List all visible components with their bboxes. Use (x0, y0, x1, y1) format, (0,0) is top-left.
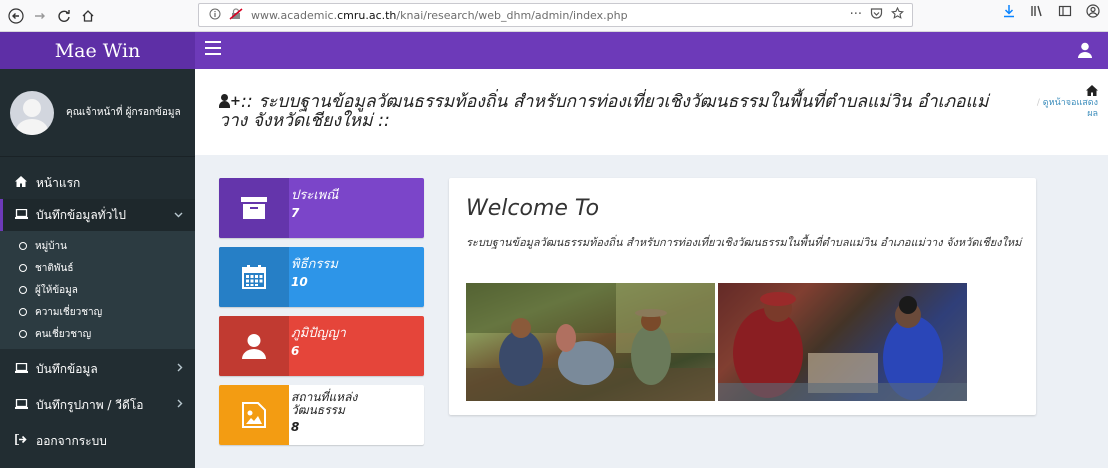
chevron-down-icon (174, 210, 183, 221)
sidebar-item-label: ออกจากระบบ (36, 433, 107, 448)
submenu-general-data: หมู่บ้าน ชาติพันธ์ ผู้ให้ข้อมูล ความเชี่… (0, 231, 195, 349)
home-icon[interactable] (1028, 85, 1098, 98)
calendar-icon (219, 247, 289, 307)
bookmark-star-icon[interactable] (891, 6, 904, 24)
home-icon (14, 176, 28, 190)
breadcrumb: / ดูหน้าจอแสดงผล (1028, 85, 1098, 120)
photo-weavers (718, 283, 967, 401)
submenu-item-ethnicity[interactable]: ชาติพันธ์ (0, 257, 195, 279)
info-box-value: 6 (291, 344, 300, 358)
laptop-icon (14, 362, 28, 376)
image-icon (219, 385, 289, 445)
url-text: www.academic.cmru.ac.th/knai/research/we… (251, 8, 628, 22)
browser-toolbar: www.academic.cmru.ac.th/knai/research/we… (0, 0, 1108, 32)
welcome-title: Welcome To (466, 196, 600, 221)
submenu-item-informant[interactable]: ผู้ให้ข้อมูล (0, 279, 195, 301)
info-box-value: 8 (291, 420, 300, 434)
home-icon[interactable] (76, 4, 100, 28)
app-navbar: Mae Win (0, 32, 1108, 69)
circle-icon (19, 330, 27, 338)
sidebar-item-label: หน้าแรก (36, 175, 81, 190)
circle-icon (19, 308, 27, 316)
info-box-label: ประเพณี (291, 188, 339, 203)
page-actions-icon[interactable]: ··· (850, 7, 862, 24)
submenu-item-expertise[interactable]: ความเชี่ยวชาญ (0, 301, 195, 323)
submenu-item-village[interactable]: หมู่บ้าน (0, 235, 195, 257)
info-box-wisdom[interactable]: ภูมิปัญญา 6 (219, 316, 424, 376)
user-panel: คุณเจ้าหน้าที่ ผู้กรอกข้อมูล (0, 69, 195, 157)
menu-toggle-icon[interactable] (205, 41, 221, 55)
archive-icon (219, 178, 289, 238)
sidebar-item-media[interactable]: บันทึกรูปภาพ / วีดีโอ (0, 389, 195, 421)
sidebar-item-general-data[interactable]: บันทึกข้อมูลทั่วไป (0, 199, 195, 231)
download-icon[interactable] (1002, 4, 1016, 22)
sidebar-item-record-data[interactable]: บันทึกข้อมูล (0, 353, 195, 385)
user-menu-icon[interactable] (1078, 42, 1092, 58)
info-box-label: ภูมิปัญญา (291, 326, 346, 341)
chevron-right-icon (177, 363, 183, 375)
account-icon[interactable] (1086, 4, 1100, 22)
sidebar: คุณเจ้าหน้าที่ ผู้กรอกข้อมูล หน้าแรก บัน… (0, 69, 195, 468)
avatar (10, 90, 54, 135)
insecure-lock-icon[interactable] (229, 7, 243, 23)
user-plus-icon: + (219, 94, 241, 108)
page-info-icon[interactable] (209, 8, 221, 23)
sidebar-item-logout[interactable]: ออกจากระบบ (0, 425, 195, 457)
page-title: +:: ระบบฐานข้อมูลวัฒนธรรมท้องถิ่น สำหรับ… (219, 92, 989, 131)
circle-icon (19, 242, 27, 250)
info-box-cultural-sites[interactable]: สถานที่แหล่งวัฒนธรรม 8 (219, 385, 424, 445)
submenu-item-experts[interactable]: คนเชี่ยวชาญ (0, 323, 195, 345)
sidebar-item-home[interactable]: หน้าแรก (0, 167, 195, 199)
breadcrumb-link[interactable]: ดูหน้าจอแสดงผล (1043, 98, 1098, 119)
circle-icon (19, 286, 27, 294)
chevron-right-icon (177, 399, 183, 411)
welcome-box: Welcome To ระบบฐานข้อมูลวัฒนธรรมท้องถิ่น… (449, 178, 1036, 415)
address-bar[interactable]: www.academic.cmru.ac.th/knai/research/we… (198, 3, 913, 27)
content-header: +:: ระบบฐานข้อมูลวัฒนธรรมท้องถิ่น สำหรับ… (195, 69, 1108, 155)
forward-arrow-icon[interactable] (28, 4, 52, 28)
sidebar-item-label: บันทึกข้อมูล (36, 361, 98, 376)
sidebar-item-label: บันทึกข้อมูลทั่วไป (36, 207, 126, 222)
sidebar-toggle-icon[interactable] (1058, 4, 1072, 22)
user-name: คุณเจ้าหน้าที่ ผู้กรอกข้อมูล (66, 107, 181, 118)
sidebar-item-label: บันทึกรูปภาพ / วีดีโอ (36, 397, 144, 412)
info-box-rituals[interactable]: พิธีกรรม 10 (219, 247, 424, 307)
info-box-traditions[interactable]: ประเพณี 7 (219, 178, 424, 238)
info-box-value: 7 (291, 206, 300, 220)
pocket-icon[interactable] (870, 7, 883, 24)
info-box-label: สถานที่แหล่งวัฒนธรรม (291, 390, 358, 417)
user-icon (219, 316, 289, 376)
photo-craftsmen (466, 283, 715, 401)
circle-icon (19, 264, 27, 272)
sign-out-icon (14, 433, 28, 448)
welcome-text: ระบบฐานข้อมูลวัฒนธรรมท้องถิ่น สำหรับการท… (466, 236, 1022, 249)
library-icon[interactable] (1030, 4, 1044, 22)
reload-icon[interactable] (52, 4, 76, 28)
info-box-value: 10 (291, 275, 308, 289)
brand-logo[interactable]: Mae Win (0, 32, 195, 69)
back-arrow-icon[interactable] (4, 4, 28, 28)
laptop-icon (14, 398, 28, 412)
laptop-icon (14, 208, 28, 222)
info-box-label: พิธีกรรม (291, 257, 338, 272)
